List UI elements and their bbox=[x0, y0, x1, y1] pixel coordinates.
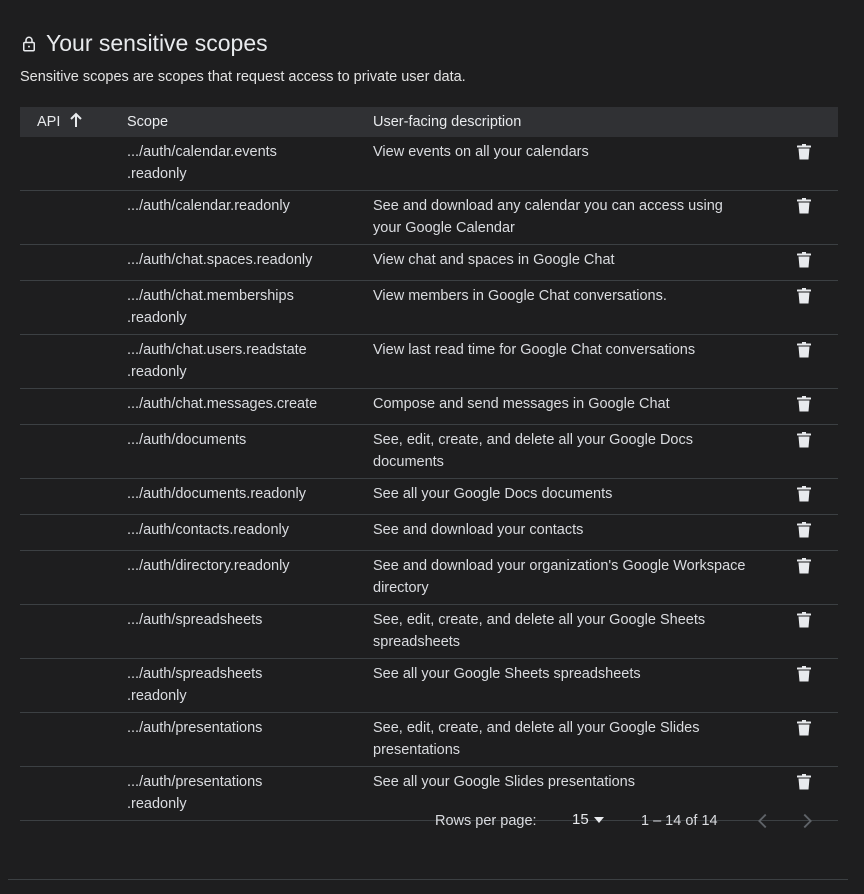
column-header-api[interactable]: API bbox=[20, 112, 127, 132]
row-actions bbox=[773, 483, 838, 509]
trash-icon[interactable] bbox=[797, 558, 811, 581]
row-actions bbox=[773, 555, 838, 581]
table-row: .../auth/calendar.events .readonly View e… bbox=[20, 137, 838, 191]
table-row: .../auth/chat.spaces.readonly View chat a… bbox=[20, 245, 838, 281]
title-row: Your sensitive scopes bbox=[20, 30, 268, 57]
trash-icon[interactable] bbox=[797, 342, 811, 365]
table-row: .../auth/chat.users.readstate .readonly V… bbox=[20, 335, 838, 389]
row-actions bbox=[773, 519, 838, 545]
pagination-range: 1 – 14 of 14 bbox=[641, 813, 718, 829]
page-title: Your sensitive scopes bbox=[46, 30, 268, 56]
table-row: .../auth/directory.readonly See and downl… bbox=[20, 551, 838, 605]
table-row: .../auth/documents See, edit, create, and… bbox=[20, 425, 838, 479]
cell-scope: .../auth/chat.spaces.readonly bbox=[127, 252, 313, 268]
cell-description: View events on all your calendars bbox=[373, 144, 589, 160]
arrow-up-icon[interactable] bbox=[69, 112, 83, 132]
cell-scope: .../auth/presentations bbox=[127, 720, 263, 736]
caret-down-icon bbox=[593, 811, 605, 828]
cell-description: View last read time for Google Chat conv… bbox=[373, 342, 696, 358]
cell-scope: .../auth/presentations .readonly bbox=[127, 774, 263, 812]
trash-icon[interactable] bbox=[797, 252, 811, 275]
trash-icon[interactable] bbox=[797, 720, 811, 743]
cell-description: See, edit, create, and delete all your G… bbox=[373, 720, 700, 758]
trash-icon[interactable] bbox=[797, 198, 811, 221]
cell-scope: .../auth/documents.readonly bbox=[127, 486, 306, 502]
trash-icon[interactable] bbox=[797, 396, 811, 419]
rows-per-page-label: Rows per page: bbox=[435, 813, 537, 829]
table-row: .../auth/presentations See, edit, create,… bbox=[20, 713, 838, 767]
table-row: .../auth/chat.memberships .readonly View … bbox=[20, 281, 838, 335]
table-row: .../auth/spreadsheets See, edit, create, … bbox=[20, 605, 838, 659]
column-header-scope: Scope bbox=[127, 114, 169, 130]
trash-icon[interactable] bbox=[797, 288, 811, 311]
cell-description: See and download your contacts bbox=[373, 522, 584, 538]
cell-description: See all your Google Sheets spreadsheets bbox=[373, 666, 641, 682]
page-subtitle: Sensitive scopes are scopes that request… bbox=[20, 69, 466, 85]
table-row: .../auth/contacts.readonly See and downlo… bbox=[20, 515, 838, 551]
row-actions bbox=[773, 141, 838, 167]
trash-icon[interactable] bbox=[797, 486, 811, 509]
cell-scope: .../auth/chat.messages.create bbox=[127, 396, 318, 412]
cell-scope: .../auth/spreadsheets .readonly bbox=[127, 666, 263, 704]
table-body: .../auth/calendar.events .readonly View e… bbox=[20, 137, 838, 821]
cell-description: See and download any calendar you can ac… bbox=[373, 198, 723, 236]
cell-scope: .../auth/directory.readonly bbox=[127, 558, 290, 574]
table-row: .../auth/spreadsheets .readonly See all y… bbox=[20, 659, 838, 713]
table-row: .../auth/documents.readonly See all your … bbox=[20, 479, 838, 515]
row-actions bbox=[773, 663, 838, 689]
row-actions bbox=[773, 393, 838, 419]
footer-divider bbox=[8, 879, 848, 880]
row-actions bbox=[773, 249, 838, 275]
cell-description: View members in Google Chat conversation… bbox=[373, 288, 667, 304]
row-actions bbox=[773, 771, 838, 797]
cell-description: View chat and spaces in Google Chat bbox=[373, 252, 615, 268]
trash-icon[interactable] bbox=[797, 432, 811, 455]
row-actions bbox=[773, 195, 838, 221]
cell-scope: .../auth/chat.memberships .readonly bbox=[127, 288, 294, 326]
chevron-right-icon[interactable] bbox=[796, 810, 818, 836]
row-actions bbox=[773, 609, 838, 635]
row-actions bbox=[773, 717, 838, 743]
sensitive-scopes-page: Your sensitive scopes Sensitive scopes a… bbox=[0, 0, 864, 894]
table-row: .../auth/chat.messages.create Compose and… bbox=[20, 389, 838, 425]
row-actions bbox=[773, 339, 838, 365]
pagination-bar: Rows per page: 15 1 – 14 of 14 bbox=[0, 810, 864, 834]
column-header-description: User-facing description bbox=[373, 114, 522, 130]
cell-scope: .../auth/spreadsheets bbox=[127, 612, 263, 628]
table-row: .../auth/calendar.readonly See and downlo… bbox=[20, 191, 838, 245]
column-header-api-label: API bbox=[37, 114, 61, 130]
cell-description: See and download your organization's Goo… bbox=[373, 558, 746, 596]
cell-description: Compose and send messages in Google Chat bbox=[373, 396, 670, 412]
cell-scope: .../auth/calendar.events .readonly bbox=[127, 144, 277, 182]
rows-per-page-select[interactable]: 15 bbox=[572, 811, 605, 828]
cell-scope: .../auth/contacts.readonly bbox=[127, 522, 290, 538]
table-header: API Scope User-facing description bbox=[20, 107, 838, 137]
trash-icon[interactable] bbox=[797, 144, 811, 167]
cell-description: See all your Google Docs documents bbox=[373, 486, 613, 502]
trash-icon[interactable] bbox=[797, 774, 811, 797]
row-actions bbox=[773, 285, 838, 311]
row-actions bbox=[773, 429, 838, 455]
lock-icon bbox=[20, 35, 38, 53]
chevron-left-icon[interactable] bbox=[752, 810, 774, 836]
cell-description: See all your Google Slides presentations bbox=[373, 774, 635, 790]
scopes-table: API Scope User-facing description .../au… bbox=[20, 107, 838, 821]
cell-scope: .../auth/calendar.readonly bbox=[127, 198, 290, 214]
cell-scope: .../auth/documents bbox=[127, 432, 247, 448]
trash-icon[interactable] bbox=[797, 612, 811, 635]
cell-description: See, edit, create, and delete all your G… bbox=[373, 432, 693, 470]
trash-icon[interactable] bbox=[797, 666, 811, 689]
trash-icon[interactable] bbox=[797, 522, 811, 545]
rows-per-page-value: 15 bbox=[572, 811, 589, 828]
cell-description: See, edit, create, and delete all your G… bbox=[373, 612, 706, 650]
cell-scope: .../auth/chat.users.readstate .readonly bbox=[127, 342, 307, 380]
